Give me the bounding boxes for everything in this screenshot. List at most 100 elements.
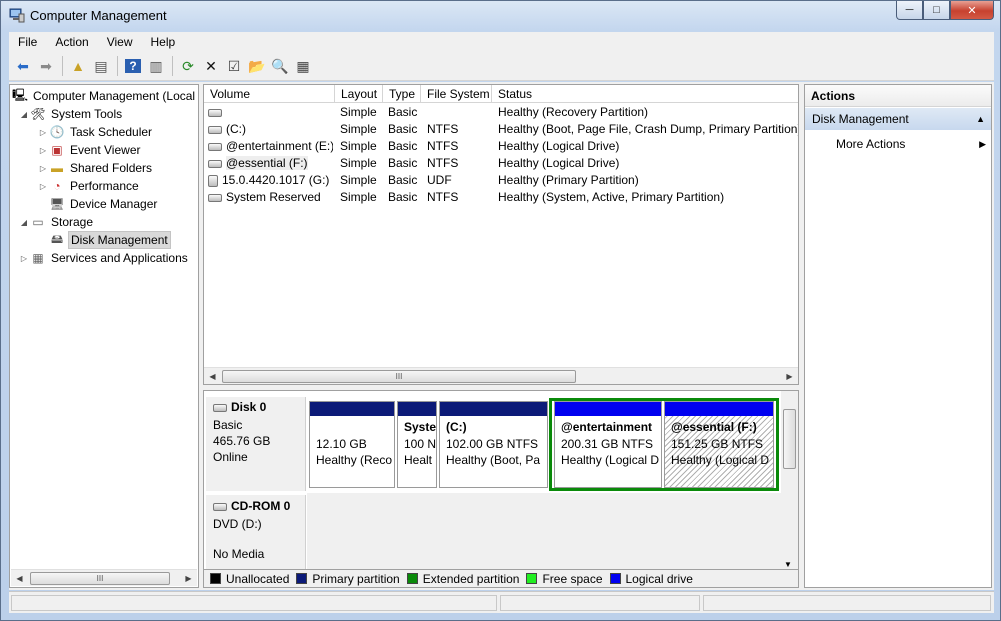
table-row[interactable]: System Reserved Simple Basic NTFS Health… [204,189,798,206]
tree-horizontal-scrollbar[interactable]: ◀ III ▶ [11,569,197,586]
scroll-left-icon[interactable]: ◀ [204,372,221,381]
tree-item-label: Task Scheduler [70,125,153,139]
column-layout[interactable]: Layout [335,85,383,103]
collapsed-arrow-icon[interactable]: ▷ [37,182,49,191]
partition-essential[interactable]: @essential (F:) 151.25 GB NTFS Healthy (… [664,401,774,488]
main-content: 🖳 Computer Management (Local ◢ 🛠 System … [9,82,994,590]
computer-management-window: Computer Management ─ □ ✕ File Action Vi… [0,0,1001,621]
partition-entertainment[interactable]: @entertainment 200.31 GB NTFS Healthy (L… [554,401,662,488]
tree-item-event-viewer[interactable]: ▷ ▣ Event Viewer [37,141,142,159]
partition-title: (C:) [446,420,467,434]
up-folder-icon[interactable]: ▲ [67,55,89,77]
collapsed-arrow-icon[interactable]: ▷ [37,164,49,173]
tree-item-services-and-applications[interactable]: ▷ ▦ Services and Applications [18,249,190,267]
partition-status: Healthy (Logical D [671,453,770,467]
more-actions-item[interactable]: More Actions ▶ [836,134,986,154]
show-hide-action-pane-icon[interactable]: ▥ [145,55,167,77]
disk-0-size: 465.76 GB [213,434,271,448]
expanded-arrow-icon[interactable]: ◢ [18,110,30,119]
table-row[interactable]: @essential (F:) Simple Basic NTFS Health… [204,155,798,172]
tree-item-task-scheduler[interactable]: ▷ 🕓 Task Scheduler [37,123,154,141]
open-folder-icon[interactable]: 📂 [246,55,268,77]
delete-icon[interactable]: ✕ [200,55,222,77]
properties-icon[interactable]: ☑ [223,55,245,77]
table-row[interactable]: @entertainment (E:) Simple Basic NTFS He… [204,138,798,155]
tree-item-label: Computer Management (Local [33,89,196,103]
scroll-thumb[interactable] [783,409,796,469]
partition-recovery[interactable]: 12.10 GB Healthy (Reco [309,401,395,488]
column-type[interactable]: Type [383,85,421,103]
volume-type: Basic [388,139,418,153]
tree-item-performance[interactable]: ▷ ◔ Performance [37,177,141,195]
actions-section-disk-management[interactable]: Disk Management ▲ [805,108,991,130]
scroll-thumb[interactable]: III [30,572,170,585]
disk-0-state: Online [213,450,248,464]
tree-item-storage[interactable]: ◢ ▭ Storage [18,213,95,231]
show-hide-tree-icon[interactable]: ▤ [90,55,112,77]
partition-system-reserved[interactable]: Syste 100 N Healt [397,401,437,488]
partition-size: 200.31 GB NTFS [561,437,654,451]
tree-item-disk-management[interactable]: 🖴 Disk Management [49,231,171,249]
column-file-system[interactable]: File System [421,85,492,103]
cdrom-0-name-row: CD-ROM 0 [213,499,290,513]
status-segment [11,595,497,611]
collapsed-arrow-icon[interactable]: ▷ [37,146,49,155]
expanded-arrow-icon[interactable]: ◢ [18,218,30,227]
volume-layout: Simple [340,156,377,170]
scroll-left-icon[interactable]: ◀ [11,574,28,583]
primary-partition-bar [440,402,547,416]
event-viewer-icon: ▣ [51,143,63,157]
menu-action[interactable]: Action [46,35,97,49]
tree-item-shared-folders[interactable]: ▷ ▬ Shared Folders [37,159,154,177]
refresh-icon[interactable]: ⟳ [177,55,199,77]
collapse-up-icon[interactable]: ▲ [976,108,985,130]
title-bar[interactable]: Computer Management ─ □ ✕ [1,1,1000,31]
collapsed-arrow-icon[interactable]: ▷ [37,128,49,137]
table-row[interactable]: (C:) Simple Basic NTFS Healthy (Boot, Pa… [204,121,798,138]
column-status[interactable]: Status [492,85,798,103]
partition-c[interactable]: (C:) 102.00 GB NTFS Healthy (Boot, Pa [439,401,548,488]
volume-name: System Reserved [226,190,321,204]
tree-item-computer-management[interactable]: 🖳 Computer Management (Local [12,87,197,105]
cdrom-0-area[interactable] [307,493,782,569]
disk-0-name-row: Disk 0 [213,400,266,414]
volume-layout: Simple [340,190,377,204]
tree-item-device-manager[interactable]: 🖥 Device Manager [49,195,159,213]
column-volume[interactable]: Volume [204,85,335,103]
maximize-button[interactable]: □ [923,1,950,20]
forward-arrow-icon[interactable]: ➡ [35,55,57,77]
minimize-button[interactable]: ─ [896,1,923,20]
cdrom-0-type: DVD (D:) [213,517,262,531]
volume-type: Basic [388,173,418,187]
volume-status: Healthy (Primary Partition) [498,173,639,187]
menu-file[interactable]: File [9,35,46,49]
partition-size: 151.25 GB NTFS [671,437,764,451]
volume-list: Volume Layout Type File System Status Si… [203,84,799,385]
volume-name: @entertainment (E:) [226,139,333,153]
volume-list-horizontal-scrollbar[interactable]: ◀ III ▶ [204,367,798,384]
collapsed-arrow-icon[interactable]: ▷ [18,254,30,263]
legend-swatch [296,573,308,584]
disk-view-vertical-scrollbar[interactable]: ▼ [781,391,798,569]
close-button[interactable]: ✕ [950,1,994,20]
legend-label: Logical drive [625,571,693,586]
scroll-right-icon[interactable]: ▶ [781,372,798,381]
table-row[interactable]: Simple Basic Healthy (Recovery Partition… [204,104,798,121]
legend-unallocated: Unallocated [210,572,289,586]
menu-view[interactable]: View [98,35,142,49]
back-arrow-icon[interactable]: ⬅ [12,55,34,77]
tree-item-label: Disk Management [68,231,171,249]
scroll-thumb[interactable]: III [222,370,576,383]
disk-0-label[interactable]: Disk 0 Basic 465.76 GB Online [206,397,306,491]
tools-icon: 🛠 [30,107,46,121]
help-icon[interactable]: ? [122,55,144,77]
scroll-right-icon[interactable]: ▶ [180,574,197,583]
volume-fs: NTFS [427,156,459,170]
tree-item-system-tools[interactable]: ◢ 🛠 System Tools [18,105,124,123]
cdrom-0-label[interactable]: CD-ROM 0 DVD (D:) No Media [206,495,306,569]
search-icon[interactable]: 🔍 [269,55,291,77]
menu-help[interactable]: Help [142,35,185,49]
table-row[interactable]: 15.0.4420.1017 (G:) Simple Basic UDF Hea… [204,172,798,189]
export-list-icon[interactable]: ▦ [292,55,314,77]
scroll-down-icon[interactable]: ▼ [784,560,792,569]
